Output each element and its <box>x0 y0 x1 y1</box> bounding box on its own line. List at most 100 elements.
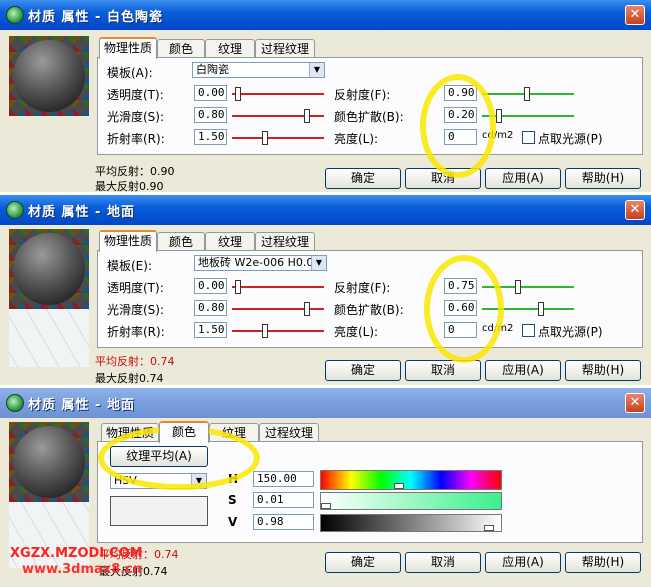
ok-button[interactable]: 确定 <box>325 552 401 573</box>
material-preview <box>9 36 89 116</box>
help-button[interactable]: 帮助(H) <box>565 552 641 573</box>
template-select[interactable]: 地板砖 W2e-006 H0.0 ▼ <box>194 255 327 271</box>
transparency-slider-thumb[interactable] <box>235 280 241 294</box>
help-button[interactable]: 帮助(H) <box>565 360 641 381</box>
reflectance-slider-thumb[interactable] <box>524 87 530 101</box>
cancel-button[interactable]: 取消 <box>405 360 481 381</box>
hue-spectrum-bar[interactable] <box>320 470 502 490</box>
template-label: 模板(A): <box>107 66 153 80</box>
close-button[interactable]: ✕ <box>625 393 645 413</box>
tab-texture[interactable]: 纹理 <box>205 39 255 58</box>
apply-button[interactable]: 应用(A) <box>485 168 561 189</box>
window-title: 材质 属性 - 地面 <box>28 398 135 413</box>
window-title: 材质 属性 - 白色陶瓷 <box>28 10 163 25</box>
highlight-annotation <box>424 255 504 363</box>
physical-properties-panel: 模板(E): 地板砖 W2e-006 H0.0 ▼ 透明度(T): 0.00 光… <box>97 250 643 348</box>
preview-sphere <box>13 233 85 305</box>
transparency-input[interactable]: 0.00 <box>194 278 227 294</box>
saturation-input[interactable]: 0.01 <box>253 492 314 508</box>
window-title: 材质 属性 - 地面 <box>28 205 135 220</box>
title-bar[interactable]: 材质 属性 - 地面 ✕ <box>0 388 651 418</box>
reflectance-label: 反射度(F): <box>334 88 391 102</box>
app-icon <box>6 201 24 219</box>
average-reflection: 平均反射：0.90 <box>95 165 175 178</box>
color-bleed-slider-thumb[interactable] <box>538 302 544 316</box>
ok-button[interactable]: 确定 <box>325 360 401 381</box>
smoothness-slider-thumb[interactable] <box>304 109 310 123</box>
reflectance-slider-thumb[interactable] <box>515 280 521 294</box>
title-bar[interactable]: 材质 属性 - 白色陶瓷 ✕ <box>0 0 651 30</box>
ok-button[interactable]: 确定 <box>325 168 401 189</box>
tab-texture[interactable]: 纹理 <box>205 232 255 251</box>
luminance-label: 亮度(L): <box>334 325 379 339</box>
close-button[interactable]: ✕ <box>625 200 645 220</box>
tab-physical[interactable]: 物理性质 <box>99 37 157 59</box>
hue-marker[interactable] <box>394 483 404 489</box>
value-bar[interactable] <box>320 514 502 532</box>
pick-light-checkbox[interactable] <box>522 324 535 337</box>
smoothness-label: 光滑度(S): <box>107 303 165 317</box>
tab-procedural-texture[interactable]: 过程纹理 <box>255 39 315 58</box>
saturation-bar[interactable] <box>320 492 502 510</box>
template-label: 模板(E): <box>107 259 152 273</box>
reflectance-label: 反射度(F): <box>334 281 391 295</box>
smoothness-slider-thumb[interactable] <box>304 302 310 316</box>
tab-color[interactable]: 颜色 <box>157 39 205 58</box>
smoothness-slider-track[interactable] <box>232 115 324 117</box>
watermark-line1: XGZX.MZODI.COM <box>10 546 143 561</box>
value-input[interactable]: 0.98 <box>253 514 314 530</box>
watermark-line2: www.3dmax8.cn <box>22 562 143 577</box>
smoothness-input[interactable]: 0.80 <box>194 107 227 123</box>
help-button[interactable]: 帮助(H) <box>565 168 641 189</box>
refraction-slider-track[interactable] <box>232 137 324 139</box>
max-reflection: 最大反射0.74 <box>95 372 164 385</box>
tab-procedural-texture[interactable]: 过程纹理 <box>255 232 315 251</box>
refraction-label: 折射率(R): <box>107 132 165 146</box>
saturation-marker[interactable] <box>321 503 331 509</box>
title-bar[interactable]: 材质 属性 - 地面 ✕ <box>0 195 651 225</box>
smoothness-slider-track[interactable] <box>232 308 324 310</box>
tab-color[interactable]: 颜色 <box>159 421 209 443</box>
material-dialog-floor: 材质 属性 - 地面 ✕ 物理性质 颜色 纹理 过程纹理 模板(E): 地板砖 … <box>0 195 651 385</box>
texture-preview <box>9 309 89 367</box>
refraction-input[interactable]: 1.50 <box>194 129 227 145</box>
transparency-slider-track[interactable] <box>232 286 324 288</box>
template-value: 白陶瓷 <box>196 63 229 76</box>
transparency-label: 透明度(T): <box>107 88 164 102</box>
pick-light-label: 点取光源(P) <box>538 132 603 146</box>
refraction-slider-thumb[interactable] <box>262 131 268 145</box>
material-preview <box>9 229 89 309</box>
tab-color[interactable]: 颜色 <box>157 232 205 251</box>
color-bleed-label: 颜色扩散(B): <box>334 110 404 124</box>
smoothness-input[interactable]: 0.80 <box>194 300 227 316</box>
refraction-input[interactable]: 1.50 <box>194 322 227 338</box>
refraction-slider-track[interactable] <box>232 330 324 332</box>
close-button[interactable]: ✕ <box>625 5 645 25</box>
chevron-down-icon[interactable]: ▼ <box>309 63 324 77</box>
transparency-input[interactable]: 0.00 <box>194 85 227 101</box>
max-reflection: 最大反射0.90 <box>95 180 164 192</box>
material-dialog-white-ceramic: 材质 属性 - 白色陶瓷 ✕ 物理性质 颜色 纹理 过程纹理 模板(A): 白陶… <box>0 0 651 192</box>
refraction-slider-thumb[interactable] <box>262 324 268 338</box>
luminance-label: 亮度(L): <box>334 132 379 146</box>
transparency-slider-thumb[interactable] <box>235 87 241 101</box>
hue-input[interactable]: 150.00 <box>253 471 314 487</box>
pick-light-checkbox[interactable] <box>522 131 535 144</box>
color-bleed-slider-thumb[interactable] <box>496 109 502 123</box>
transparency-label: 透明度(T): <box>107 281 164 295</box>
average-reflection: 平均反射：0.74 <box>95 355 175 368</box>
transparency-slider-track[interactable] <box>232 93 324 95</box>
tab-procedural-texture[interactable]: 过程纹理 <box>259 423 319 442</box>
apply-button[interactable]: 应用(A) <box>485 552 561 573</box>
value-marker[interactable] <box>484 525 494 531</box>
template-select[interactable]: 白陶瓷 ▼ <box>192 62 325 78</box>
template-value: 地板砖 W2e-006 H0.0 <box>198 256 314 269</box>
apply-button[interactable]: 应用(A) <box>485 360 561 381</box>
tab-physical[interactable]: 物理性质 <box>99 230 157 252</box>
chevron-down-icon[interactable]: ▼ <box>311 256 326 270</box>
saturation-label: S <box>228 493 237 507</box>
preview-sphere <box>13 426 85 498</box>
app-icon <box>6 6 24 24</box>
cancel-button[interactable]: 取消 <box>405 552 481 573</box>
smoothness-label: 光滑度(S): <box>107 110 165 124</box>
